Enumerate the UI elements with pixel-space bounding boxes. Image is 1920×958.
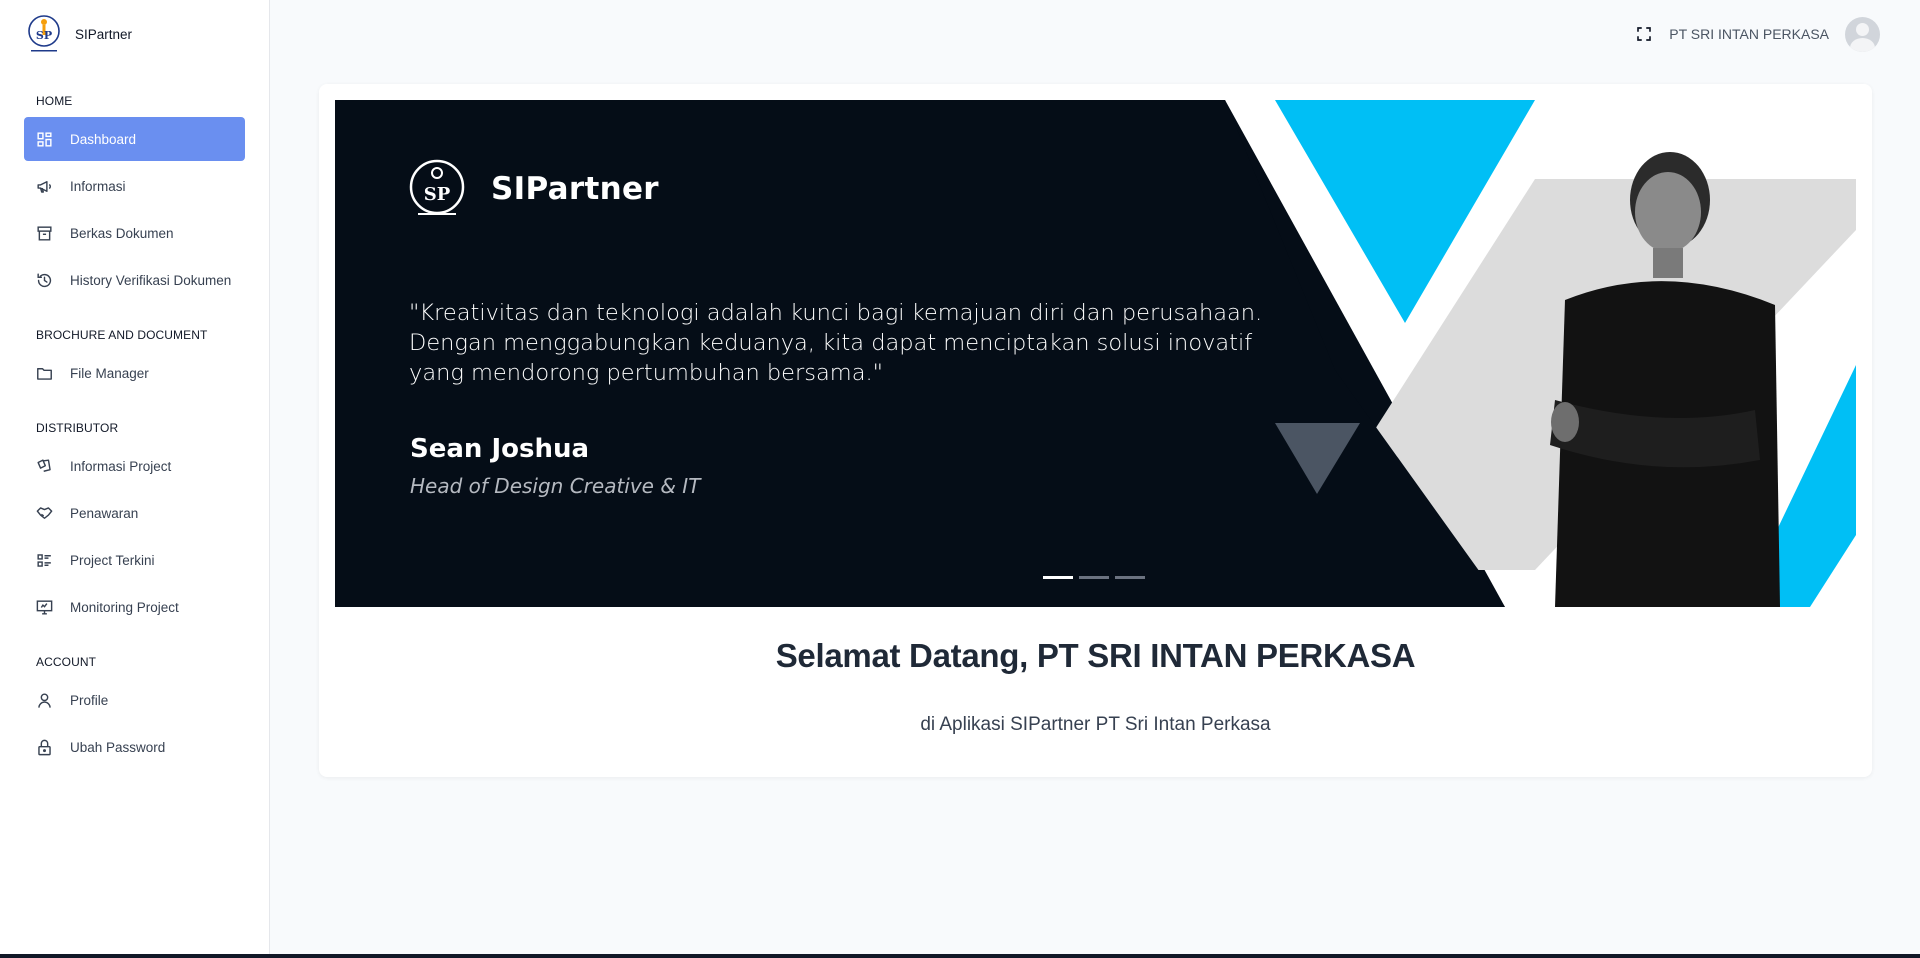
section-title-account: ACCOUNT [36, 655, 97, 669]
sidebar-item-project-terkini[interactable]: Project Terkini [24, 538, 245, 582]
archive-icon [34, 223, 54, 243]
handshake-icon [34, 503, 54, 523]
sidebar-item-penawaran[interactable]: Penawaran [24, 491, 245, 535]
sidebar-item-label: Informasi [70, 178, 126, 194]
carousel-indicator-1[interactable] [1043, 576, 1073, 579]
sidebar-item-dashboard[interactable]: Dashboard [24, 117, 245, 161]
carousel-indicator-2[interactable] [1079, 576, 1109, 579]
monitor-chart-icon [34, 597, 54, 617]
lock-icon [34, 737, 54, 757]
sidebar-item-label: Profile [70, 692, 109, 708]
carousel-indicator-3[interactable] [1115, 576, 1145, 579]
section-title-brochure: BROCHURE AND DOCUMENT [36, 328, 208, 342]
cards-icon [34, 456, 54, 476]
sidebar-item-label: Monitoring Project [70, 599, 179, 615]
fullscreen-icon[interactable] [1635, 25, 1653, 43]
company-name[interactable]: PT SRI INTAN PERKASA [1669, 26, 1829, 42]
sidebar-item-label: Berkas Dokumen [70, 225, 174, 241]
sidebar-item-label: Penawaran [70, 505, 139, 521]
sidebar-item-monitoring-project[interactable]: Monitoring Project [24, 585, 245, 629]
sidebar-item-informasi[interactable]: Informasi [24, 164, 245, 208]
sidebar-item-label: Dashboard [70, 131, 137, 147]
dashboard-card: SP SIPartner "Kreativitas dan teknologi … [319, 84, 1872, 777]
avatar[interactable] [1845, 16, 1880, 52]
sidebar-item-ubah-password[interactable]: Ubah Password [24, 725, 245, 769]
sidebar-item-label: File Manager [70, 365, 149, 381]
section-title-distributor: DISTRIBUTOR [36, 421, 119, 435]
list-details-icon [34, 550, 54, 570]
sidebar-item-informasi-project[interactable]: Informasi Project [24, 444, 245, 488]
section-title-home: HOME [36, 94, 73, 108]
svg-text:SP: SP [424, 184, 451, 205]
sidebar-item-history-verifikasi[interactable]: History Verifikasi Dokumen [24, 258, 245, 302]
bottom-edge [0, 954, 1920, 958]
welcome-title: Selamat Datang, PT SRI INTAN PERKASA [775, 637, 1416, 674]
dashboard-icon [34, 129, 54, 149]
brand[interactable]: SP SIPartner [27, 14, 132, 54]
megaphone-icon [34, 176, 54, 196]
user-icon [34, 690, 54, 710]
svg-text:SP: SP [36, 29, 52, 42]
welcome-subtitle: di Aplikasi SIPartner PT Sri Intan Perka… [920, 714, 1271, 735]
sidebar-item-label: History Verifikasi Dokumen [70, 272, 232, 288]
banner-carousel: SP SIPartner "Kreativitas dan teknologi … [335, 100, 1856, 607]
sipartner-logo-icon: SP [27, 14, 61, 54]
folder-icon [34, 363, 54, 383]
sidebar-item-label: Informasi Project [70, 458, 172, 474]
sidebar-item-file-manager[interactable]: File Manager [24, 351, 245, 395]
banner-quote: "Kreativitas dan teknologi adalah kunci … [409, 300, 1263, 386]
sidebar-item-profile[interactable]: Profile [24, 678, 245, 722]
sidebar-item-berkas-dokumen[interactable]: Berkas Dokumen [24, 211, 245, 255]
sidebar-item-label: Ubah Password [70, 739, 166, 755]
banner-person-title: Head of Design Creative & IT [410, 474, 701, 498]
sidebar: SP SIPartner HOME Dashboard Informasi Be… [0, 0, 270, 958]
topbar-user-area: PT SRI INTAN PERKASA [1635, 16, 1880, 52]
history-icon [34, 270, 54, 290]
carousel-indicators [1043, 576, 1151, 579]
sidebar-item-label: Project Terkini [70, 552, 155, 568]
banner-brand-name: SIPartner [491, 171, 659, 207]
brand-name: SIPartner [75, 26, 133, 42]
sipartner-logo-icon: SP [409, 159, 465, 215]
banner-brand: SP SIPartner [408, 158, 659, 220]
banner-person-name: Sean Joshua [410, 434, 590, 464]
